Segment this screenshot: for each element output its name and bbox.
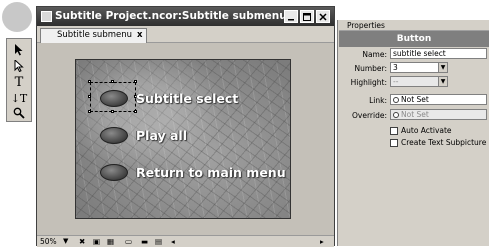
override-target-icon — [393, 112, 399, 118]
layer-alt-icon[interactable]: ▤ — [155, 236, 162, 247]
document-window: Subtitle Project.ncor:Subtitle submenu:5… — [36, 6, 335, 247]
grid-icon[interactable]: ▦ — [107, 236, 114, 247]
override-label: Override: — [352, 111, 387, 120]
zoom-icon[interactable] — [9, 104, 29, 122]
monitor-icon[interactable]: ▭ — [125, 236, 132, 247]
link-label: Link: — [369, 96, 387, 105]
name-label: Name: — [362, 50, 387, 59]
chevron-down-icon: ▼ — [438, 77, 447, 86]
minimize-icon — [288, 18, 294, 20]
maximize-button[interactable] — [300, 10, 314, 23]
fit-icon[interactable]: ✖ — [79, 236, 85, 247]
panel-header-strip — [335, 0, 489, 20]
safe-area-icon[interactable]: ▣ — [93, 236, 100, 247]
override-select: Not Set — [390, 109, 487, 120]
menu-item-subtitle-select[interactable]: Subtitle select — [136, 91, 238, 106]
scroll-left-icon[interactable]: ◂ — [171, 236, 175, 247]
highlight-select: -- ▼ — [390, 76, 448, 87]
selection-handle[interactable] — [88, 95, 91, 98]
link-select[interactable]: Not Set — [390, 94, 487, 105]
close-icon — [319, 12, 327, 21]
link-value: Not Set — [401, 95, 429, 104]
chevron-down-icon[interactable]: ▼ — [438, 63, 447, 72]
menu-item-return-to-main-menu[interactable]: Return to main menu — [136, 165, 286, 180]
highlight-label: Highlight: — [350, 78, 387, 87]
selection-handle[interactable] — [134, 80, 137, 83]
menu-background-artwork: Subtitle select Play all Return to main … — [75, 59, 291, 219]
override-value: Not Set — [401, 110, 429, 119]
name-field[interactable]: subtitle select — [390, 48, 487, 59]
auto-activate-label: Auto Activate — [401, 126, 452, 135]
tab-properties[interactable]: Properties — [339, 20, 489, 31]
zoom-dropdown-icon[interactable]: ▼ — [63, 236, 68, 247]
document-tab-bar: Subtitle submenu x — [37, 26, 334, 43]
create-text-subpicture-checkbox[interactable] — [390, 139, 398, 147]
menu-button-oval[interactable] — [100, 127, 128, 144]
layer-icon[interactable]: ▬ — [141, 236, 148, 247]
number-label: Number: — [354, 64, 387, 73]
menu-button-oval[interactable] — [100, 164, 128, 181]
document-icon — [41, 11, 52, 22]
number-value: 3 — [393, 63, 398, 72]
tab-subtitle-submenu[interactable]: Subtitle submenu x — [40, 28, 148, 43]
link-target-icon — [393, 97, 399, 103]
selection-handle[interactable] — [88, 80, 91, 83]
highlight-value: -- — [393, 77, 399, 86]
selection-handle[interactable] — [134, 110, 137, 113]
app-logo — [2, 2, 32, 32]
tab-close-icon[interactable]: x — [137, 30, 142, 40]
properties-header: Button — [339, 31, 489, 47]
zoom-level[interactable]: 50% — [40, 236, 57, 247]
number-select[interactable]: 3 ▼ — [390, 62, 448, 73]
status-bar: 50% ▼ ✖ ▣ ▦ ▭ ▬ ▤ ◂ ▸ — [37, 235, 334, 247]
window-title: Subtitle Project.ncor:Subtitle submenu:5 — [55, 10, 299, 22]
tool-strip-background — [0, 0, 36, 246]
auto-activate-checkbox[interactable] — [390, 127, 398, 135]
selection-handle[interactable] — [88, 110, 91, 113]
maximize-icon — [303, 12, 311, 21]
tab-label: Subtitle submenu — [57, 30, 132, 40]
close-button[interactable] — [316, 10, 330, 23]
menu-button-oval[interactable] — [100, 90, 128, 107]
selection-handle[interactable] — [111, 80, 114, 83]
scroll-right-icon[interactable]: ▸ — [320, 236, 324, 247]
create-text-subpicture-label: Create Text Subpicture — [401, 138, 487, 147]
tools-palette: T ↓T — [6, 38, 32, 122]
menu-item-play-all[interactable]: Play all — [136, 128, 187, 143]
minimize-button[interactable] — [284, 10, 298, 23]
selection-handle[interactable] — [111, 110, 114, 113]
